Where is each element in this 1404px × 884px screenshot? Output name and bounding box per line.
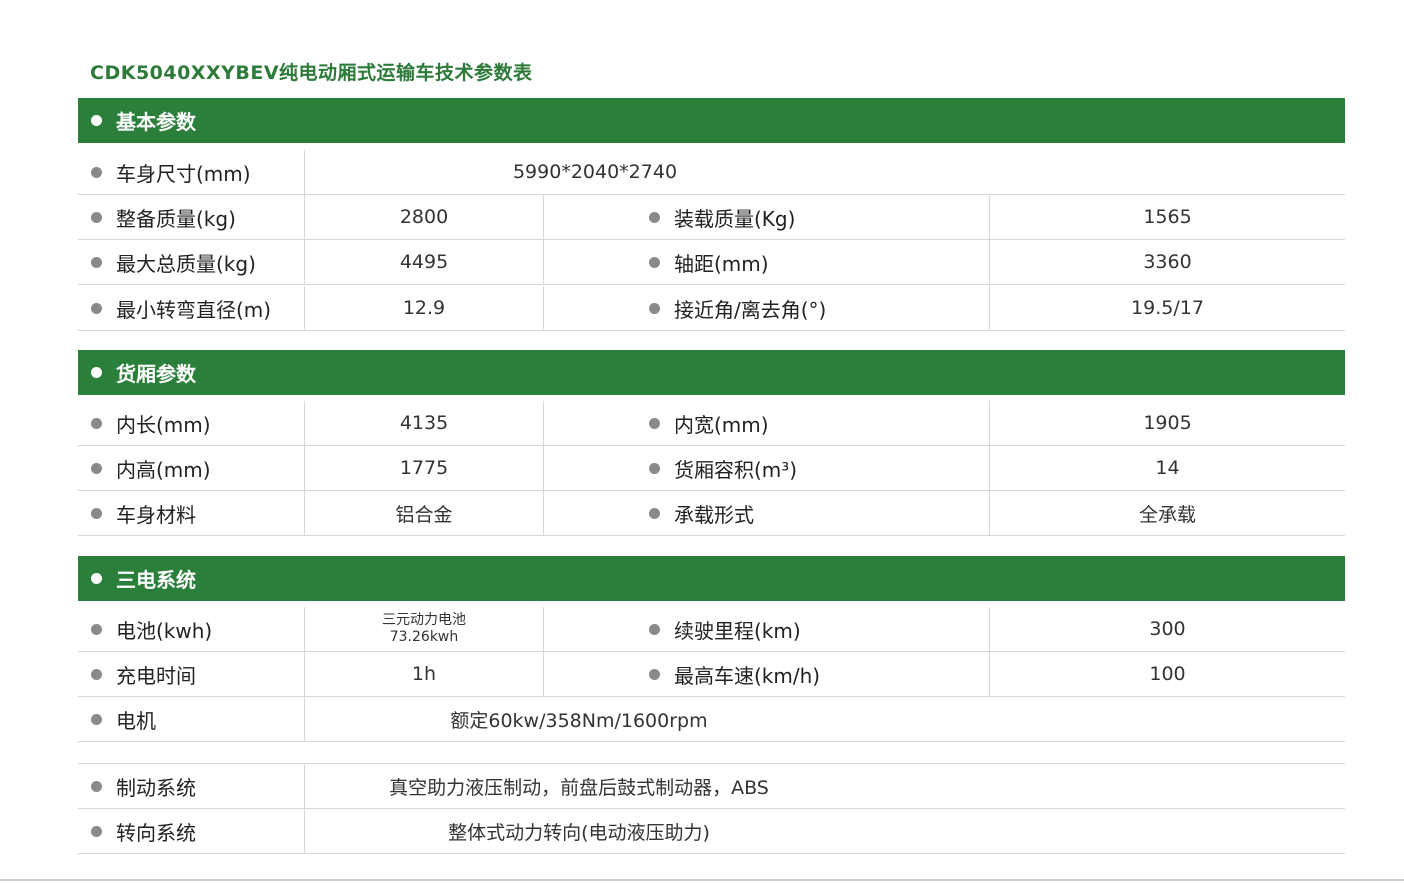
- param-value: 1775: [399, 457, 449, 479]
- param-value: 铝合金: [395, 503, 453, 526]
- param-value: 100: [1149, 663, 1186, 685]
- table-row: 电池(kwh) 三元动力电池 73.26kwh 续驶里程(km) 300: [78, 607, 1345, 652]
- param-label: 最小转弯直径(m): [116, 297, 272, 322]
- table-row: 充电时间 1h 最高车速(km/h) 100: [78, 652, 1345, 697]
- section-header-basic: 基本参数: [78, 98, 1345, 143]
- bullet-icon: [91, 367, 102, 378]
- param-label: 整备质量(kg): [116, 206, 236, 231]
- section-title: 三电系统: [116, 568, 196, 592]
- param-label: 续驶里程(km): [674, 618, 801, 643]
- param-value: 14: [1155, 457, 1180, 479]
- param-value: 4135: [399, 412, 449, 434]
- bullet-icon: [91, 508, 102, 519]
- bullet-icon: [91, 257, 102, 268]
- param-value: 12.9: [402, 297, 446, 319]
- table-row: 车身尺寸(mm) 5990*2040*2740: [78, 150, 1345, 195]
- param-value: 3360: [1143, 251, 1192, 273]
- param-value: 1h: [411, 663, 437, 685]
- param-value: 真空助力液压制动，前盘后鼓式制动器，ABS: [389, 776, 769, 799]
- param-label: 货厢容积(m³): [674, 457, 798, 482]
- bullet-icon: [91, 573, 102, 584]
- param-label: 最大总质量(kg): [116, 251, 256, 276]
- battery-capacity: 73.26kwh: [389, 629, 459, 645]
- param-value: 4495: [399, 251, 449, 273]
- bullet-icon: [91, 624, 102, 635]
- param-value: 全承载: [1138, 503, 1196, 526]
- table-row: 电机 额定60kw/358Nm/1600rpm: [78, 697, 1345, 742]
- param-label: 接近角/离去角(°): [674, 297, 827, 322]
- param-value: 1905: [1143, 412, 1192, 434]
- bullet-icon: [649, 303, 660, 314]
- param-label: 充电时间: [116, 663, 196, 688]
- document-title: CDK5040XXYBEV纯电动厢式运输车技术参数表: [90, 62, 533, 84]
- bullet-icon: [649, 212, 660, 223]
- bullet-icon: [649, 257, 660, 268]
- section-header-cargo: 货厢参数: [78, 350, 1345, 395]
- param-label: 转向系统: [116, 820, 196, 845]
- bullet-icon: [649, 669, 660, 680]
- bullet-icon: [649, 508, 660, 519]
- table-row: 车身材料 铝合金 承载形式 全承载: [78, 491, 1345, 536]
- param-label: 电机: [116, 708, 156, 733]
- param-label: 轴距(mm): [674, 251, 769, 276]
- param-value: 三元动力电池 73.26kwh: [305, 607, 543, 651]
- bullet-icon: [91, 303, 102, 314]
- table-row: 最大总质量(kg) 4495 轴距(mm) 3360: [78, 240, 1345, 285]
- table-row: 最小转弯直径(m) 12.9 接近角/离去角(°) 19.5/17: [78, 286, 1345, 331]
- param-value: 2800: [399, 206, 449, 228]
- param-label: 承载形式: [674, 502, 754, 527]
- bullet-icon: [91, 115, 102, 126]
- battery-type: 三元动力电池: [382, 612, 466, 628]
- table-row: 整备质量(kg) 2800 装载质量(Kg) 1565: [78, 195, 1345, 240]
- param-value: 300: [1149, 618, 1186, 640]
- param-label: 电池(kwh): [116, 618, 213, 643]
- bullet-icon: [649, 463, 660, 474]
- param-value: 5990*2040*2740: [512, 161, 678, 183]
- bullet-icon: [91, 714, 102, 725]
- bullet-icon: [91, 826, 102, 837]
- param-value: 额定60kw/358Nm/1600rpm: [450, 709, 708, 732]
- param-label: 内宽(mm): [674, 412, 769, 437]
- param-value: 1565: [1143, 206, 1192, 228]
- param-value: 19.5/17: [1131, 297, 1204, 319]
- bullet-icon: [91, 418, 102, 429]
- section-header-electric: 三电系统: [78, 556, 1345, 601]
- table-row: 内长(mm) 4135 内宽(mm) 1905: [78, 401, 1345, 446]
- bullet-icon: [649, 418, 660, 429]
- param-label: 车身尺寸(mm): [116, 161, 251, 186]
- param-label: 制动系统: [116, 775, 196, 800]
- bullet-icon: [91, 212, 102, 223]
- bullet-icon: [91, 463, 102, 474]
- bullet-icon: [649, 624, 660, 635]
- param-value: 整体式动力转向(电动液压助力): [448, 821, 710, 844]
- table-row: 内高(mm) 1775 货厢容积(m³) 14: [78, 446, 1345, 491]
- table-row: 转向系统 整体式动力转向(电动液压助力): [78, 809, 1345, 854]
- param-label: 内长(mm): [116, 412, 211, 437]
- bottom-divider: [0, 879, 1404, 881]
- bullet-icon: [91, 669, 102, 680]
- param-label: 内高(mm): [116, 457, 211, 482]
- section-title: 基本参数: [116, 110, 196, 134]
- table-row: 制动系统 真空助力液压制动，前盘后鼓式制动器，ABS: [78, 763, 1345, 809]
- bullet-icon: [91, 781, 102, 792]
- section-title: 货厢参数: [116, 362, 196, 386]
- bullet-icon: [91, 167, 102, 178]
- param-label: 装载质量(Kg): [674, 206, 796, 231]
- param-label: 最高车速(km/h): [674, 663, 821, 688]
- param-label: 车身材料: [116, 502, 196, 527]
